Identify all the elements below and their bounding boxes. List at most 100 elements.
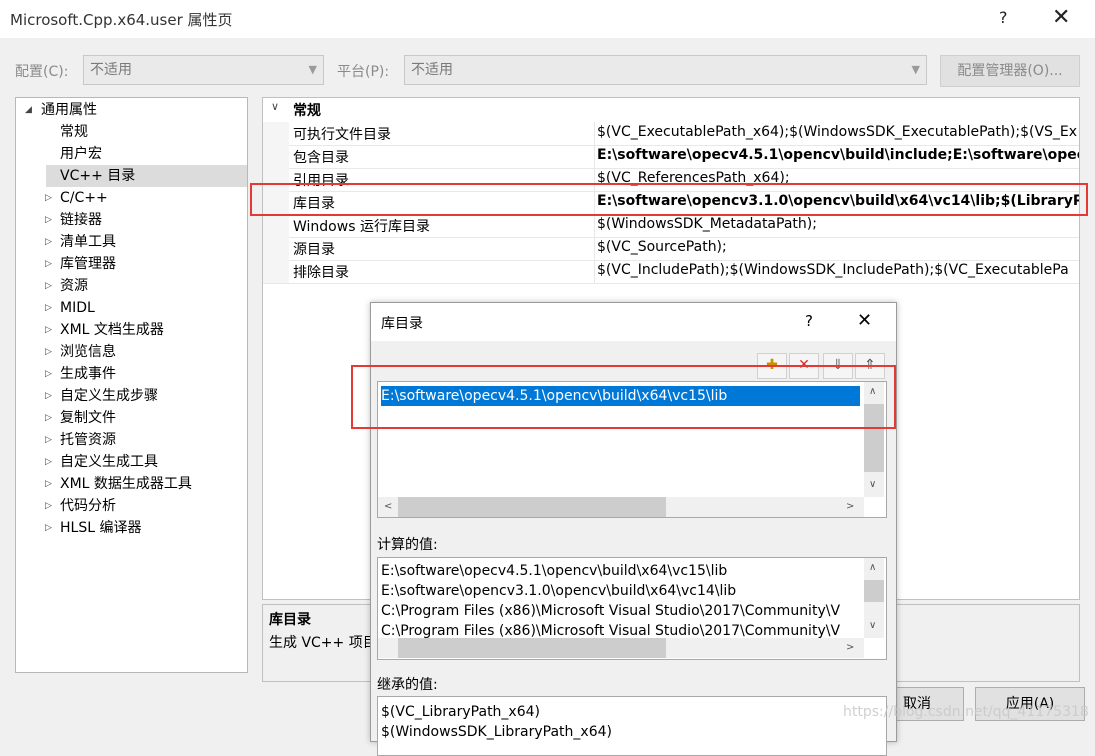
property-row[interactable]: Windows 运行库目录 $(WindowsSDK_MetadataPath); (263, 214, 1079, 238)
tree-item-group[interactable]: 浏览信息 (60, 341, 116, 363)
tree-item-user-macros[interactable]: 用户宏 (60, 143, 102, 165)
chevron-down-icon: ▼ (308, 63, 317, 76)
dialog-title: 库目录 (381, 316, 423, 332)
grid-section-title: 常规 (293, 103, 321, 119)
window-title: Microsoft.Cpp.x64.user 属性页 (10, 11, 233, 29)
close-icon[interactable]: ✕ (1052, 5, 1070, 30)
horizontal-scrollbar[interactable]: > (378, 638, 864, 658)
property-value[interactable]: $(WindowsSDK_MetadataPath); (597, 216, 817, 232)
column-divider (594, 260, 595, 283)
tree-item-group[interactable]: 资源 (60, 275, 88, 297)
expanded-icon[interactable]: ◢ (25, 105, 32, 115)
vertical-scrollbar[interactable]: ∧ ∨ (864, 558, 884, 638)
tree-item-group[interactable]: XML 数据生成器工具 (60, 473, 192, 495)
property-value[interactable]: $(VC_SourcePath); (597, 239, 727, 255)
inherited-item: $(VC_LibraryPath_x64) (381, 704, 540, 720)
highlight-box (351, 365, 896, 429)
expand-icon[interactable]: ▷ (45, 215, 52, 225)
inherited-list[interactable]: $(VC_LibraryPath_x64) $(WindowsSDK_Librar… (377, 696, 887, 756)
scroll-down-icon[interactable]: ∨ (869, 620, 876, 631)
row-gutter (263, 122, 289, 145)
tree-item-group[interactable]: 自定义生成步骤 (60, 385, 158, 407)
tree-item-group[interactable]: C/C++ (60, 187, 108, 209)
scroll-down-icon[interactable]: ∨ (869, 479, 876, 490)
tree-item-vc-directories[interactable]: VC++ 目录 (60, 165, 135, 187)
dialog-title-bar (371, 303, 896, 341)
tree-item-group[interactable]: 清单工具 (60, 231, 116, 253)
expand-icon[interactable]: ▷ (45, 237, 52, 247)
scroll-thumb[interactable] (864, 580, 884, 602)
expand-icon[interactable]: ▷ (45, 325, 52, 335)
description-text: 生成 VC++ 项目 (269, 635, 377, 651)
platform-value: 不适用 (411, 62, 453, 78)
dialog-close-icon[interactable]: ✕ (857, 310, 872, 331)
scroll-right-icon[interactable]: > (846, 501, 854, 512)
chevron-down-icon: ▼ (911, 63, 920, 76)
tree-item-group[interactable]: 链接器 (60, 209, 102, 231)
expand-icon[interactable]: ▷ (45, 413, 52, 423)
tree-item-group[interactable]: XML 文档生成器 (60, 319, 164, 341)
expand-icon[interactable]: ▷ (45, 347, 52, 357)
config-value: 不适用 (90, 62, 132, 78)
description-title: 库目录 (269, 612, 311, 628)
configuration-manager-button[interactable]: 配置管理器(O)... (940, 55, 1080, 87)
inherited-label: 继承的值: (377, 677, 438, 693)
column-divider (594, 122, 595, 145)
property-row[interactable]: 可执行文件目录 $(VC_ExecutablePath_x64);$(Window… (263, 122, 1079, 146)
tree-item-group[interactable]: 复制文件 (60, 407, 116, 429)
expand-icon[interactable]: ▷ (45, 281, 52, 291)
expand-icon[interactable]: ▷ (45, 369, 52, 379)
property-row[interactable]: 包含目录 E:\software\opecv4.5.1\opencv\build\… (263, 145, 1079, 169)
computed-label: 计算的值: (377, 537, 438, 553)
computed-item: C:\Program Files (x86)\Microsoft Visual … (381, 603, 841, 619)
tree-item-group[interactable]: 代码分析 (60, 495, 116, 517)
expand-icon[interactable]: ▷ (45, 457, 52, 467)
row-gutter (263, 145, 289, 168)
tree-item-group[interactable]: 托管资源 (60, 429, 116, 451)
help-button[interactable]: ? (999, 8, 1008, 27)
computed-list[interactable]: E:\software\opecv4.5.1\opencv\build\x64\… (377, 557, 887, 660)
tree-item-group[interactable]: 生成事件 (60, 363, 116, 385)
expand-icon[interactable]: ▷ (45, 435, 52, 445)
scroll-thumb[interactable] (398, 497, 666, 517)
row-gutter (263, 260, 289, 283)
expand-icon[interactable]: ▷ (45, 479, 52, 489)
property-row[interactable]: 排除目录 $(VC_IncludePath);$(WindowsSDK_Inclu… (263, 260, 1079, 284)
expand-icon[interactable]: ▷ (45, 303, 52, 313)
collapse-icon[interactable]: ∨ (271, 100, 279, 113)
tree-item-group[interactable]: MIDL (60, 297, 95, 319)
computed-item: E:\software\opecv4.5.1\opencv\build\x64\… (381, 563, 728, 579)
tree-item-group[interactable]: HLSL 编译器 (60, 517, 141, 539)
dialog-help-button[interactable]: ? (805, 312, 813, 330)
expand-icon[interactable]: ▷ (45, 523, 52, 533)
column-divider (594, 145, 595, 168)
highlight-box (250, 183, 1088, 216)
property-name: 源目录 (293, 242, 335, 258)
column-divider (594, 214, 595, 237)
watermark: https://blog.csdn.net/qq_41175318 (843, 704, 1089, 720)
expand-icon[interactable]: ▷ (45, 391, 52, 401)
property-value[interactable]: $(VC_ExecutablePath_x64);$(WindowsSDK_Ex… (597, 124, 1077, 140)
expand-icon[interactable]: ▷ (45, 193, 52, 203)
platform-combo[interactable]: 不适用 ▼ (404, 55, 927, 85)
property-row[interactable]: 源目录 $(VC_SourcePath); (263, 237, 1079, 261)
horizontal-scrollbar[interactable]: < > (378, 497, 864, 517)
grid-section-header[interactable]: ∨ 常规 (263, 98, 1079, 121)
scroll-up-icon[interactable]: ∧ (869, 562, 876, 573)
inherited-item: $(WindowsSDK_LibraryPath_x64) (381, 724, 612, 740)
property-name: 包含目录 (293, 150, 349, 166)
property-value[interactable]: E:\software\opecv4.5.1\opencv\build\incl… (597, 147, 1079, 163)
property-name: Windows 运行库目录 (293, 219, 430, 235)
scroll-thumb[interactable] (398, 638, 666, 658)
scroll-right-icon[interactable]: > (846, 642, 854, 653)
property-value[interactable]: $(VC_IncludePath);$(WindowsSDK_IncludePa… (597, 262, 1069, 278)
scroll-left-icon[interactable]: < (384, 501, 392, 512)
tree-item-group[interactable]: 自定义生成工具 (60, 451, 158, 473)
expand-icon[interactable]: ▷ (45, 501, 52, 511)
tree-item-common-properties[interactable]: 通用属性 (41, 99, 97, 121)
tree-item-group[interactable]: 库管理器 (60, 253, 116, 275)
expand-icon[interactable]: ▷ (45, 259, 52, 269)
config-combo[interactable]: 不适用 ▼ (83, 55, 324, 85)
property-tree[interactable]: ◢ 通用属性 常规 用户宏 VC++ 目录 ▷ C/C++ ▷ 链接器 ▷ 清单工具 ▷ 库管… (15, 97, 248, 673)
tree-item-general[interactable]: 常规 (60, 121, 88, 143)
